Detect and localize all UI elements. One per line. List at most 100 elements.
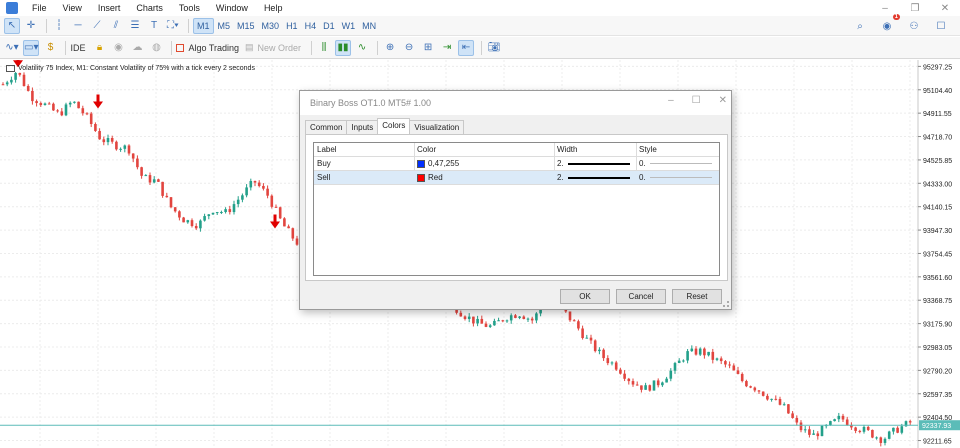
style-select-buy[interactable]: 0. <box>636 157 719 171</box>
candle-body <box>829 421 832 426</box>
vertical-line-icon[interactable]: ┆ <box>51 18 67 34</box>
timeframe-h4[interactable]: H4 <box>302 18 320 34</box>
candle-body <box>581 328 584 339</box>
row-label: Sell <box>317 173 331 182</box>
timeframe-w1[interactable]: W1 <box>339 18 359 34</box>
restore-icon[interactable]: ❐ <box>900 0 930 16</box>
candle-body <box>614 362 618 370</box>
menu-view[interactable]: View <box>55 3 90 13</box>
tab-inputs[interactable]: Inputs <box>346 120 379 134</box>
candlestick-chart-icon[interactable]: ▮▮ <box>335 39 352 56</box>
candle-body <box>262 185 265 189</box>
candle-body <box>18 72 22 75</box>
candle-body <box>673 363 677 371</box>
table-row[interactable]: Buy 0,47,255 2. 0. <box>314 157 719 171</box>
price-label: 95104.40 <box>923 88 952 95</box>
horizontal-line-icon[interactable]: ─ <box>70 18 86 34</box>
zoom-in-icon[interactable]: ⊕ <box>382 40 398 56</box>
timeframe-m30[interactable]: M30 <box>259 18 283 34</box>
candle-body <box>98 130 101 140</box>
colors-grid: Label Color Width Style Buy 0,47,255 2. … <box>313 142 720 276</box>
resize-grip-icon[interactable] <box>723 301 729 307</box>
width-select-buy[interactable]: 2. <box>554 157 636 171</box>
dialog-titlebar[interactable]: Binary Boss OT1.0 MT5# 1.00 – ☐ ✕ <box>300 91 731 115</box>
dialog-close-icon[interactable]: ✕ <box>719 95 727 106</box>
candle-body <box>845 419 849 426</box>
candle-body <box>908 421 912 423</box>
line-chart-icon[interactable]: ∿ <box>354 40 370 56</box>
candle-body <box>182 217 185 223</box>
timeframe-mn[interactable]: MN <box>359 18 379 34</box>
fibonacci-icon[interactable]: ☰ <box>127 18 143 34</box>
menu-tools[interactable]: Tools <box>171 3 208 13</box>
timeframe-d1[interactable]: D1 <box>320 18 338 34</box>
tile-windows-icon[interactable]: ⊞ <box>420 40 436 56</box>
menu-insert[interactable]: Insert <box>90 3 129 13</box>
width-select-sell[interactable]: 2. <box>554 171 636 185</box>
notifications-icon[interactable]: ◉ 1 <box>879 14 900 34</box>
candle-body <box>572 320 576 322</box>
timeframe-m5[interactable]: M5 <box>215 18 234 34</box>
ide-button[interactable]: IDE <box>70 43 85 53</box>
indicators-icon[interactable]: ∿▾ <box>4 40 20 56</box>
candle-body <box>871 429 874 438</box>
close-icon[interactable]: ✕ <box>930 0 960 16</box>
signal-icon[interactable]: ⚇ <box>906 18 922 34</box>
tab-common[interactable]: Common <box>305 120 348 134</box>
signal-broadcast-icon[interactable]: ◉ <box>110 40 126 56</box>
cancel-button[interactable]: Cancel <box>616 289 666 304</box>
menu-file[interactable]: File <box>24 3 55 13</box>
timeframe-m15[interactable]: M15 <box>234 18 258 34</box>
candle-body <box>858 430 862 432</box>
cursor-icon[interactable]: ↖ <box>4 17 20 34</box>
candle-body <box>178 211 181 218</box>
tab-visualization[interactable]: Visualization <box>409 120 465 134</box>
trendline-icon[interactable]: ⟋ <box>89 18 105 34</box>
timeframe-m1[interactable]: M1 <box>193 17 214 34</box>
timeframe-h1[interactable]: H1 <box>283 18 301 34</box>
chart-shift-icon[interactable]: ⇤ <box>458 39 475 56</box>
table-row[interactable]: Sell Red 2. 0. <box>314 171 719 185</box>
candle-body <box>808 429 811 435</box>
candle-body <box>787 404 790 414</box>
toolbar-right: ⌕ ◉ 1 ⚇ ☐ <box>852 14 952 34</box>
account-icon[interactable]: ☐ <box>933 18 949 34</box>
zoom-out-icon[interactable]: ⊖ <box>401 40 417 56</box>
cloud-icon[interactable]: ☁ <box>129 40 145 56</box>
bar-chart-icon[interactable]: ⫼ <box>316 40 332 56</box>
menu-bar: File View Insert Charts Tools Window Hel… <box>0 0 960 16</box>
candle-body <box>669 370 673 379</box>
text-icon[interactable]: T <box>146 18 162 34</box>
crosshair-icon[interactable]: ✛ <box>23 18 39 34</box>
vps-icon[interactable]: ◍ <box>148 40 164 56</box>
menu-window[interactable]: Window <box>208 3 256 13</box>
dialog-minimize-icon[interactable]: – <box>668 95 674 106</box>
search-icon[interactable]: ⌕ <box>852 18 868 34</box>
chart-template-icon[interactable]: ▭▾ <box>23 39 40 56</box>
dialog-maximize-icon[interactable]: ☐ <box>692 95 701 106</box>
candle-body <box>215 212 219 214</box>
ok-button[interactable]: OK <box>560 289 610 304</box>
lock-icon[interactable]: 🔒︎ <box>91 40 107 56</box>
reset-button[interactable]: Reset <box>672 289 722 304</box>
screenshot-icon[interactable]: 📷︎ <box>486 40 502 56</box>
candle-body <box>211 212 215 215</box>
candle-body <box>879 437 883 443</box>
color-picker-sell[interactable]: Red <box>414 171 554 185</box>
market-icon[interactable]: $ <box>42 40 58 56</box>
shapes-icon[interactable]: ⛶▾ <box>165 18 181 34</box>
candle-body <box>745 381 748 387</box>
candle-body <box>724 361 727 365</box>
candle-body <box>640 385 643 390</box>
style-select-sell[interactable]: 0. <box>636 171 719 185</box>
algo-trading-button[interactable]: Algo Trading <box>176 43 239 53</box>
channel-icon[interactable]: ⫽ <box>108 18 124 34</box>
candle-body <box>270 195 274 207</box>
menu-help[interactable]: Help <box>256 3 291 13</box>
new-order-button[interactable]: ▤ New Order <box>245 42 301 53</box>
autoscroll-icon[interactable]: ⇥ <box>439 40 455 56</box>
color-picker-buy[interactable]: 0,47,255 <box>414 157 554 171</box>
tab-colors[interactable]: Colors <box>377 118 411 134</box>
menu-charts[interactable]: Charts <box>128 3 171 13</box>
candle-body <box>10 79 13 83</box>
